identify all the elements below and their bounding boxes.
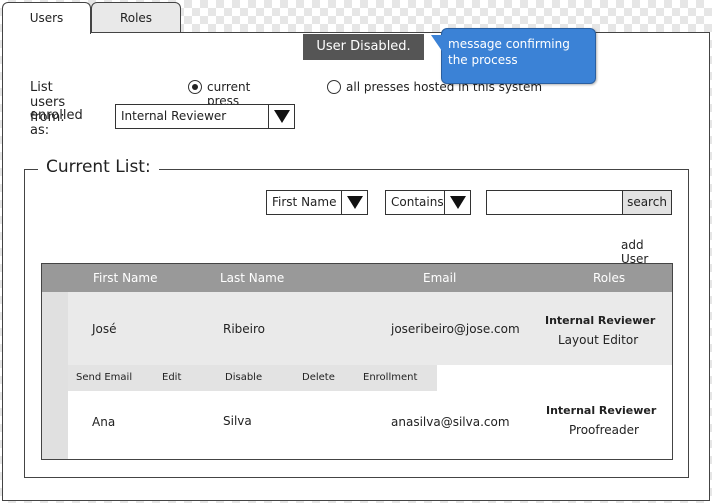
chevron-down-icon [341,191,367,214]
tab-roles[interactable]: Roles [91,2,181,33]
table-header: First Name Last Name Email Roles [42,264,672,292]
tab-roles-label: Roles [119,11,153,25]
cell-role-secondary: Proofreader [569,423,639,437]
tab-users[interactable]: Users [2,2,91,34]
cell-last-name: Ribeiro [223,322,266,336]
users-table: First Name Last Name Email Roles José Ri… [41,263,673,460]
chevron-down-icon [444,191,470,214]
match-select[interactable]: Contains [385,190,471,215]
radio-selected-dot [191,83,198,90]
enrolled-as-label: enrolled as: [30,108,83,138]
field-select[interactable]: First Name [266,190,368,215]
edit-button[interactable]: Edit [162,365,181,391]
disable-button[interactable]: Disable [225,365,262,391]
row-actions: Send Email Edit Disable Delete Enrollmen… [68,365,437,391]
annotation-callout: message confirming the process [431,28,596,84]
send-email-button[interactable]: Send Email [76,365,132,391]
enrollment-button[interactable]: Enrollment [363,365,417,391]
row-selection-strip [42,292,68,459]
callout-tail [431,35,442,51]
cell-role-primary: Internal Reviewer [546,404,657,417]
header-first-name[interactable]: First Name [93,264,157,292]
cell-last-name: Silva [223,414,252,428]
field-select-value: First Name [272,195,337,209]
delete-button[interactable]: Delete [302,365,335,391]
enrolled-as-value: Internal Reviewer [121,109,227,123]
cell-email: anasilva@silva.com [391,415,510,429]
tab-users-label: Users [29,11,64,25]
chevron-down-icon [268,105,294,128]
radio-current-press[interactable] [188,80,202,94]
enrolled-as-select[interactable]: Internal Reviewer [115,104,295,129]
header-last-name[interactable]: Last Name [220,264,284,292]
radio-all-presses[interactable] [327,80,341,94]
header-email[interactable]: Email [423,264,456,292]
cell-role-secondary: Layout Editor [558,333,639,347]
header-roles[interactable]: Roles [593,264,625,292]
table-row[interactable] [42,292,672,365]
search-button[interactable]: search [622,190,672,215]
cell-role-primary: Internal Reviewer [545,314,656,327]
search-input[interactable] [486,190,623,215]
toast-message: User Disabled. [303,34,424,60]
current-list-title: Current List: [38,157,159,177]
cell-email: joseribeiro@jose.com [391,322,520,336]
match-select-value: Contains [391,195,444,209]
callout-text: message confirming the process [448,37,570,67]
cell-first-name: José [92,322,117,336]
cell-first-name: Ana [92,415,116,429]
